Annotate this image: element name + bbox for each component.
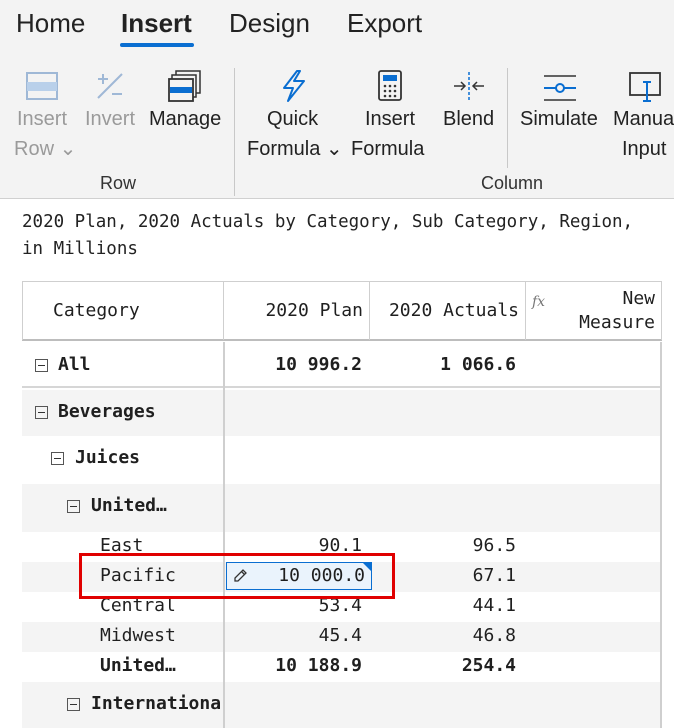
table-row[interactable]: All 10 996.2 1 066.6 [22,342,660,388]
column-divider [660,342,662,728]
calculator-icon [378,70,402,101]
table-row[interactable]: Juices [22,436,660,484]
manage-label: Manage [149,108,222,130]
quick-formula-label: Quick [267,108,319,130]
insert-row-label: Insert [17,108,68,130]
plan-value[interactable]: 10 188.9 [275,655,362,676]
invert-label: Invert [85,108,136,130]
collapse-icon[interactable] [35,406,48,419]
table-row[interactable]: United… [22,484,660,532]
collapse-icon[interactable] [67,698,80,711]
insert-formula-button[interactable]: Insert Formula [350,68,432,164]
table-description: 2020 Plan, 2020 Actuals by Category, Sub… [22,209,633,263]
data-grid: Category 2020 Plan 2020 Actuals fx New M… [22,281,662,728]
tab-insert[interactable]: Insert [121,8,192,39]
collapse-icon[interactable] [67,500,80,513]
header-plan-label: 2020 Plan [265,300,363,321]
header-plan[interactable]: 2020 Plan [224,282,370,340]
table-row[interactable]: Beverages [22,390,660,436]
highlight-annotation [79,553,395,599]
insert-formula-label: Insert [365,108,416,130]
blend-icon [454,72,484,100]
row-label: Midwest [100,625,176,646]
column-divider [223,342,225,728]
tab-bar: Home Insert Design Export [0,0,674,58]
chevron-down-icon: ⌄ [325,138,343,160]
manage-button[interactable]: Manage [146,68,224,134]
row-label: United… [100,655,176,676]
actuals-value[interactable]: 46.8 [473,625,516,646]
collapse-icon[interactable] [35,359,48,372]
tab-home[interactable]: Home [16,8,85,39]
row-label: Beverages [58,401,156,422]
header-category-label: Category [53,300,140,321]
chevron-down-icon: ⌄ [59,138,77,160]
quick-formula-label2: Formula ⌄ [247,138,343,160]
plan-value[interactable]: 45.4 [319,625,362,646]
manual-input-icon [629,72,661,102]
manual-input-label2: Input [622,138,667,160]
group-divider [234,68,235,196]
description-line-1: 2020 Plan, 2020 Actuals by Category, Sub… [22,212,634,232]
row-label: United… [91,495,167,516]
fx-icon: fx [532,294,546,310]
plan-value[interactable]: 10 996.2 [275,354,362,375]
insert-row-icon [26,72,58,100]
grid-header: Category 2020 Plan 2020 Actuals fx New M… [22,281,662,341]
active-tab-indicator [120,43,194,47]
actuals-value[interactable]: 67.1 [473,565,516,586]
lightning-icon [283,70,305,102]
header-new-measure-label2: Measure [579,312,655,333]
simulate-button[interactable]: Simulate [516,68,604,134]
actuals-value[interactable]: 96.5 [473,535,516,556]
invert-icon [97,73,123,99]
row-group-label: Row [100,173,137,193]
collapse-icon[interactable] [51,452,64,465]
tab-export[interactable]: Export [347,8,422,39]
tab-design[interactable]: Design [229,8,310,39]
header-new-measure[interactable]: fx New Measure [526,282,662,340]
header-actuals[interactable]: 2020 Actuals [370,282,526,340]
insert-row-button[interactable]: Insert Row ⌄ [10,68,77,164]
row-label: Internationa [91,693,222,714]
description-line-2: in Millions [22,239,138,259]
column-group-label: Column [481,173,544,193]
group-divider [507,68,508,168]
ribbon: Insert Row ⌄ Invert Manage Row Quick For… [0,58,674,199]
header-actuals-label: 2020 Actuals [388,300,519,321]
slider-icon [544,75,576,101]
simulate-label: Simulate [520,108,598,130]
insert-row-label2: Row ⌄ [14,138,77,160]
insert-formula-label2: Formula [351,138,425,160]
blend-label: Blend [443,108,495,130]
manage-icon [168,70,201,102]
manual-input-button[interactable]: Manua Input [610,68,674,164]
invert-button[interactable]: Invert [80,68,140,134]
blend-button[interactable]: Blend [438,68,500,134]
table-row[interactable]: United… 10 188.9 254.4 [22,652,660,682]
header-category[interactable]: Category [22,282,224,340]
row-label: All [58,354,91,375]
row-label: Juices [75,447,141,468]
header-new-measure-label: New [622,288,655,309]
table-row[interactable]: Midwest 45.4 46.8 [22,622,660,652]
manual-input-label: Manua [613,108,674,130]
quick-formula-button[interactable]: Quick Formula ⌄ [246,68,343,164]
actuals-value[interactable]: 1 066.6 [440,354,516,375]
actuals-value[interactable]: 44.1 [473,595,516,616]
actuals-value[interactable]: 254.4 [462,655,516,676]
table-row[interactable]: Internationa [22,682,660,728]
